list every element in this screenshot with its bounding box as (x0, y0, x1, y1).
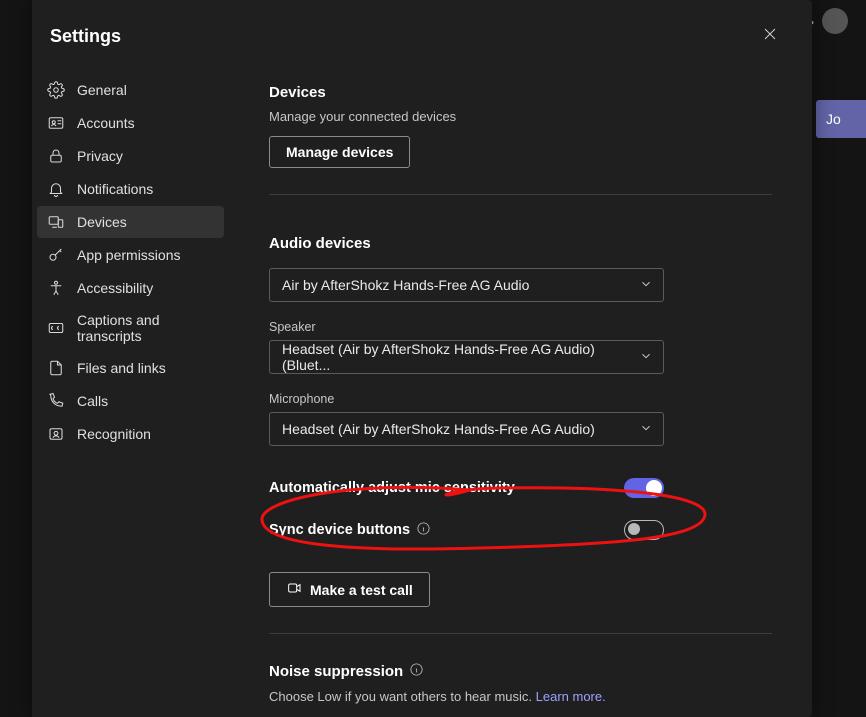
sidebar-item-label: Accessibility (77, 280, 153, 296)
chevron-down-icon (639, 421, 653, 438)
button-label: Manage devices (286, 144, 393, 160)
learn-more-link[interactable]: Learn more. (536, 689, 606, 704)
gear-icon (47, 81, 65, 99)
phone-icon (47, 392, 65, 410)
sidebar-item-label: Accounts (77, 115, 135, 131)
close-button[interactable] (756, 22, 784, 50)
accessibility-icon (47, 279, 65, 297)
page-title: Settings (50, 26, 121, 47)
select-value: Headset (Air by AfterShokz Hands-Free AG… (282, 341, 639, 373)
settings-content: Devices Manage your connected devices Ma… (229, 60, 812, 717)
sidebar-item-general[interactable]: General (37, 74, 224, 106)
chevron-down-icon (639, 349, 653, 366)
sync-buttons-label: Sync device buttons (269, 521, 431, 540)
lock-icon (47, 147, 65, 165)
bell-icon (47, 180, 65, 198)
noise-suppression-subtitle: Choose Low if you want others to hear mu… (269, 689, 772, 704)
select-value: Headset (Air by AfterShokz Hands-Free AG… (282, 421, 595, 437)
sidebar-item-accessibility[interactable]: Accessibility (37, 272, 224, 304)
auto-mic-toggle[interactable] (624, 478, 664, 498)
sidebar-item-label: Captions and transcripts (77, 312, 214, 344)
id-card-icon (47, 114, 65, 132)
chevron-down-icon (639, 277, 653, 294)
sidebar-item-apppermissions[interactable]: App permissions (37, 239, 224, 271)
file-icon (47, 359, 65, 377)
noise-suppression-title: Noise suppression (269, 662, 772, 681)
sidebar-item-label: General (77, 82, 127, 98)
sidebar-item-captions[interactable]: Captions and transcripts (37, 305, 224, 351)
select-value: Air by AfterShokz Hands-Free AG Audio (282, 277, 529, 293)
sync-buttons-toggle[interactable] (624, 520, 664, 540)
microphone-label: Microphone (269, 392, 772, 406)
speaker-select[interactable]: Headset (Air by AfterShokz Hands-Free AG… (269, 340, 664, 374)
sidebar-item-label: Files and links (77, 360, 166, 376)
test-call-icon (286, 580, 302, 599)
audio-devices-title: Audio devices (269, 235, 772, 252)
microphone-select[interactable]: Headset (Air by AfterShokz Hands-Free AG… (269, 412, 664, 446)
devices-icon (47, 213, 65, 231)
recognition-icon (47, 425, 65, 443)
sidebar-item-label: Calls (77, 393, 108, 409)
join-button-partial: Jo (816, 100, 866, 138)
speaker-label: Speaker (269, 320, 772, 334)
section-devices-title: Devices (269, 84, 772, 101)
sidebar-item-label: App permissions (77, 247, 181, 263)
sidebar-item-notifications[interactable]: Notifications (37, 173, 224, 205)
make-test-call-button[interactable]: Make a test call (269, 572, 430, 607)
section-devices-subtitle: Manage your connected devices (269, 109, 772, 124)
captions-icon (47, 319, 65, 337)
auto-mic-label: Automatically adjust mic sensitivity (269, 480, 515, 496)
sidebar-item-label: Privacy (77, 148, 123, 164)
sidebar-item-recognition[interactable]: Recognition (37, 418, 224, 450)
settings-panel: Settings General Accounts Privacy (32, 0, 812, 717)
button-label: Make a test call (310, 582, 413, 598)
auto-mic-row: Automatically adjust mic sensitivity (269, 474, 664, 502)
info-icon[interactable] (416, 521, 431, 540)
sidebar-item-devices[interactable]: Devices (37, 206, 224, 238)
sidebar-item-files[interactable]: Files and links (37, 352, 224, 384)
sidebar-item-privacy[interactable]: Privacy (37, 140, 224, 172)
close-icon (763, 27, 777, 46)
info-icon[interactable] (409, 662, 424, 681)
sidebar-item-accounts[interactable]: Accounts (37, 107, 224, 139)
manage-devices-button[interactable]: Manage devices (269, 136, 410, 168)
sidebar-item-label: Devices (77, 214, 127, 230)
sidebar-item-label: Recognition (77, 426, 151, 442)
avatar (822, 8, 848, 34)
sync-buttons-row: Sync device buttons (269, 516, 664, 544)
sidebar-item-calls[interactable]: Calls (37, 385, 224, 417)
sidebar-item-label: Notifications (77, 181, 153, 197)
key-icon (47, 246, 65, 264)
audio-device-select[interactable]: Air by AfterShokz Hands-Free AG Audio (269, 268, 664, 302)
settings-sidebar: General Accounts Privacy Notifications D… (32, 60, 229, 717)
